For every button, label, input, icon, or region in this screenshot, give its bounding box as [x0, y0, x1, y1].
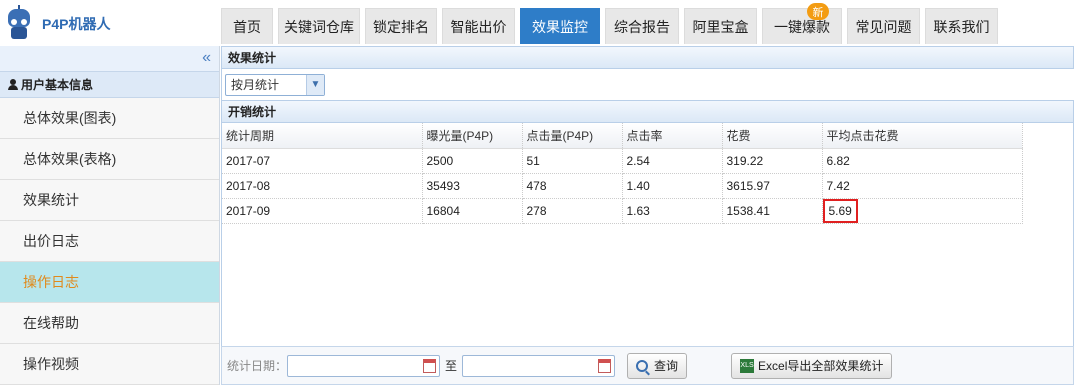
- table-cell: 51: [522, 148, 623, 174]
- nav-tab-8[interactable]: 常见问题: [847, 8, 920, 44]
- highlighted-value: 5.69: [822, 198, 858, 223]
- chevron-down-icon[interactable]: ▼: [306, 74, 324, 95]
- sidebar-item-4[interactable]: 操作日志: [0, 262, 219, 303]
- column-header[interactable]: 点击量(P4P): [522, 123, 623, 149]
- filter-footer: 统计日期： 至 查询 XLS Excel导出全部效果统计: [221, 346, 1074, 385]
- nav-tab-6[interactable]: 阿里宝盒: [684, 8, 757, 44]
- calendar-icon[interactable]: [423, 358, 437, 373]
- nav-tab-4[interactable]: 效果监控: [520, 8, 600, 44]
- table-cell: 1.63: [622, 198, 723, 224]
- sidebar: « 用户基本信息 总体效果(图表) 总体效果(表格) 效果统计出价日志操作日志在线帮…: [0, 46, 220, 385]
- sidebar-item-label: 总体效果(图表): [23, 110, 117, 126]
- search-icon: [636, 359, 649, 372]
- nav-tab-label: 阿里宝盒: [692, 18, 749, 35]
- query-button[interactable]: 查询: [627, 352, 688, 379]
- end-date-input[interactable]: [462, 354, 616, 377]
- sidebar-item-6[interactable]: 操作视频: [0, 344, 219, 385]
- column-header[interactable]: 平均点击花费: [822, 123, 1023, 149]
- table-cell: 7.42: [822, 173, 1023, 199]
- robot-logo-icon: [6, 5, 32, 41]
- nav-tab-label: 联系我们: [933, 18, 990, 35]
- sidebar-menu: 总体效果(图表) 总体效果(表格) 效果统计出价日志操作日志在线帮助操作视频: [0, 98, 219, 385]
- table-cell: 3615.97: [722, 173, 823, 199]
- expense-section-title: 开销统计: [228, 105, 277, 119]
- table-cell: 16804: [422, 198, 523, 224]
- sidebar-item-label: 出价日志: [23, 233, 79, 249]
- table-cell: 1.40: [622, 173, 723, 199]
- table-cell: 2017-08: [222, 173, 423, 199]
- column-header[interactable]: 花费: [722, 123, 823, 149]
- table-row: 2017-07 2500 51 2.54 319.22 6.82: [222, 148, 1023, 174]
- export-excel-button[interactable]: XLS Excel导出全部效果统计: [731, 352, 893, 379]
- export-button-label: Excel导出全部效果统计: [758, 359, 884, 373]
- sidebar-item-2[interactable]: 效果统计: [0, 180, 219, 221]
- date-label: 统计日期：: [227, 359, 288, 373]
- stats-section-header: 效果统计: [221, 46, 1074, 69]
- user-info-title: 用户基本信息: [21, 78, 94, 92]
- nav-tab-label: 锁定排名: [373, 18, 429, 35]
- top-bar: P4P机器人 首页 关键词仓库 锁定排名 智能出价 效果监控 综合报告 阿里宝盒 一键爆款新常…: [0, 0, 1074, 46]
- nav-tab-label: 首页: [233, 18, 261, 35]
- nav-tab-label: 综合报告: [614, 18, 670, 35]
- to-label: 至: [445, 359, 458, 373]
- sidebar-item-label: 总体效果(表格): [23, 151, 117, 167]
- nav-tab-9[interactable]: 联系我们: [925, 8, 998, 44]
- table-cell: 5.69: [822, 198, 1023, 224]
- nav-tab-7[interactable]: 一键爆款新: [762, 3, 842, 44]
- sidebar-item-0[interactable]: 总体效果(图表): [0, 98, 219, 139]
- main-nav: 首页 关键词仓库 锁定排名 智能出价 效果监控 综合报告 阿里宝盒 一键爆款新常见问题 联系我们: [221, 3, 1003, 45]
- sidebar-item-1[interactable]: 总体效果(表格): [0, 139, 219, 180]
- sidebar-item-5[interactable]: 在线帮助: [0, 303, 219, 344]
- sidebar-collapse-row: «: [0, 46, 219, 72]
- table-cell: 1538.41: [722, 198, 823, 224]
- app-logo[interactable]: P4P机器人: [4, 3, 214, 43]
- nav-tab-2[interactable]: 锁定排名: [365, 8, 437, 44]
- table-cell: 319.22: [722, 148, 823, 174]
- table-row: 2017-09 16804 278 1.63 1538.41 5.69: [222, 198, 1023, 224]
- sidebar-item-label: 操作日志: [23, 274, 79, 290]
- query-button-label: 查询: [654, 359, 679, 373]
- collapse-sidebar-icon[interactable]: «: [202, 49, 211, 67]
- start-date-input[interactable]: [287, 354, 441, 377]
- nav-tab-label: 效果监控: [532, 18, 588, 35]
- column-header[interactable]: 点击率: [622, 123, 723, 149]
- period-select[interactable]: 按月统计 ▼: [225, 73, 325, 96]
- period-select-value: 按月统计: [231, 78, 280, 92]
- nav-tab-label: 关键词仓库: [284, 18, 354, 35]
- table-header-row: 统计周期 曝光量(P4P) 点击量(P4P) 点击率 花费 平均点击花费: [222, 123, 1023, 149]
- table-cell: 278: [522, 198, 623, 224]
- table-cell: 6.82: [822, 148, 1023, 174]
- nav-tab-3[interactable]: 智能出价: [442, 8, 515, 44]
- user-info-header: 用户基本信息: [0, 72, 219, 98]
- nav-tab-label: 常见问题: [855, 18, 912, 35]
- sidebar-item-label: 效果统计: [23, 192, 79, 208]
- sidebar-item-label: 在线帮助: [23, 315, 79, 331]
- table-cell: 478: [522, 173, 623, 199]
- excel-icon: XLS: [740, 358, 755, 373]
- column-header[interactable]: 曝光量(P4P): [422, 123, 523, 149]
- nav-tab-label: 智能出价: [450, 18, 507, 35]
- expense-table: 统计周期 曝光量(P4P) 点击量(P4P) 点击率 花费 平均点击花费 2017-07 2…: [222, 123, 1023, 224]
- sidebar-item-3[interactable]: 出价日志: [0, 221, 219, 262]
- expense-section-header: 开销统计: [221, 100, 1074, 123]
- user-icon: [8, 79, 18, 90]
- stats-section-title: 效果统计: [228, 51, 277, 65]
- data-grid: 统计周期 曝光量(P4P) 点击量(P4P) 点击率 花费 平均点击花费 2017-07 2…: [221, 123, 1074, 362]
- table-cell: 2500: [422, 148, 523, 174]
- period-select-row: 按月统计 ▼: [221, 69, 1074, 100]
- table-cell: 2017-07: [222, 148, 423, 174]
- table-cell: 2017-09: [222, 198, 423, 224]
- table-row: 2017-08 35493 478 1.40 3615.97 7.42: [222, 173, 1023, 199]
- calendar-icon[interactable]: [598, 358, 612, 373]
- new-badge: 新: [807, 3, 829, 20]
- logo-text: P4P机器人: [42, 16, 111, 32]
- nav-tab-1[interactable]: 关键词仓库: [278, 8, 360, 44]
- column-header[interactable]: 统计周期: [222, 123, 423, 149]
- nav-tab-5[interactable]: 综合报告: [605, 8, 679, 44]
- main-content: 效果统计 按月统计 ▼ 开销统计 统计周期 曝光量(P4P) 点击量(P4P) 点击率…: [221, 46, 1074, 385]
- table-cell: 2.54: [622, 148, 723, 174]
- nav-tab-0[interactable]: 首页: [221, 8, 273, 44]
- sidebar-item-label: 操作视频: [23, 356, 79, 372]
- table-cell: 35493: [422, 173, 523, 199]
